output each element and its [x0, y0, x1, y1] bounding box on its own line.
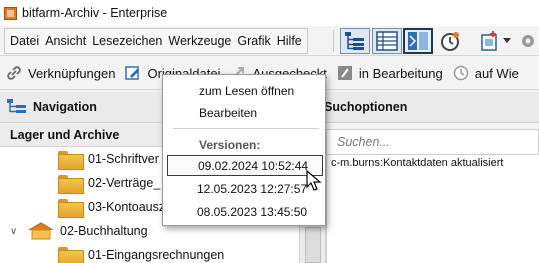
menu-grafik[interactable]: Grafik [234, 34, 273, 48]
dropdown-arrow-icon [503, 38, 511, 43]
folder-icon [58, 246, 84, 263]
title-bar: bitfarm-Archiv - Enterprise [0, 0, 539, 26]
menu-bar: Datei Ansicht Lesezeichen Werkzeuge Graf… [4, 28, 308, 54]
folder-icon [58, 150, 84, 170]
toolbar-separator [333, 30, 334, 52]
version-item[interactable]: 09.02.2024 10:52:44 [167, 155, 323, 176]
search-options-header: Suchoptionen [298, 92, 539, 123]
in-progress-button[interactable]: in Bearbeitung [337, 65, 443, 81]
tree-row-eingangsrechnungen[interactable]: 01-Eingangsrechnungen [0, 243, 299, 263]
new-document-dropdown[interactable] [500, 28, 514, 54]
results-list: c-m.burns:Kontaktdaten aktualisiert [326, 155, 539, 263]
menu-ansicht[interactable]: Ansicht [42, 34, 89, 48]
original-file-popup-menu: zum Lesen öffnen Bearbeiten Versionen: 0… [162, 74, 326, 226]
in-progress-icon [337, 65, 353, 81]
menu-hilfe[interactable]: Hilfe [274, 34, 305, 48]
search-options-title: Suchoptionen [324, 100, 408, 114]
split-view-button[interactable] [403, 28, 433, 54]
chevron-down-icon[interactable]: ∨ [10, 226, 22, 237]
app-icon [4, 6, 17, 20]
gear-icon [522, 35, 534, 47]
links-label: Verknüpfungen [28, 65, 116, 81]
menu-toolbar-row: Datei Ansicht Lesezeichen Werkzeuge Graf… [0, 26, 539, 56]
tree-label: 01-Schriftver [88, 152, 159, 166]
folder-icon [58, 174, 84, 194]
history-clock-icon [441, 32, 459, 51]
resubmission-label: auf Wie [474, 65, 519, 81]
version-item[interactable]: 12.05.2023 12:27:57 [167, 178, 323, 199]
navigation-title: Navigation [33, 100, 97, 114]
menu-lesezeichen[interactable]: Lesezeichen [89, 34, 165, 48]
menu-separator [173, 128, 319, 129]
more-tools-button[interactable] [516, 28, 539, 54]
tree-label: 03-Kontoausz [88, 200, 166, 214]
resubmission-button[interactable]: auf Wie [453, 65, 519, 81]
cabinet-house-icon [28, 222, 54, 240]
tree-label: 01-Eingangsrechnungen [88, 248, 225, 262]
resubmission-clock-icon [453, 65, 469, 81]
history-button[interactable] [435, 28, 465, 54]
folder-icon [58, 198, 84, 218]
links-button[interactable]: Verknüpfungen [6, 65, 115, 81]
mouse-cursor-icon [306, 170, 322, 191]
result-row[interactable]: c-m.burns:Kontaktdaten aktualisiert [331, 157, 503, 169]
menu-edit[interactable]: Bearbeiten [199, 106, 257, 120]
split-view-icon [408, 32, 428, 50]
tree-label: 02-Verträge_ [88, 176, 161, 190]
scrollbar-thumb[interactable] [305, 227, 321, 263]
new-document-icon [481, 31, 497, 51]
search-input[interactable]: Suchen... [326, 129, 539, 155]
menu-datei[interactable]: Datei [7, 34, 42, 48]
tree-label: 02-Buchhaltung [60, 224, 148, 238]
window-title: bitfarm-Archiv - Enterprise [22, 6, 168, 20]
version-item[interactable]: 08.05.2023 13:45:50 [167, 201, 323, 222]
menu-open-readonly[interactable]: zum Lesen öffnen [199, 84, 294, 98]
navigation-tree-icon [7, 99, 26, 113]
edit-original-icon [125, 65, 141, 81]
link-icon [6, 65, 22, 81]
tree-view-button[interactable] [340, 28, 370, 54]
list-view-button[interactable] [372, 28, 402, 54]
menu-werkzeuge[interactable]: Werkzeuge [165, 34, 234, 48]
search-panel: Suchen... c-m.burns:Kontaktdaten aktuali… [300, 124, 539, 263]
versions-header: Versionen: [199, 138, 261, 152]
in-progress-label: in Bearbeitung [358, 65, 443, 81]
tree-view-icon [345, 32, 364, 50]
list-view-icon [376, 31, 398, 51]
